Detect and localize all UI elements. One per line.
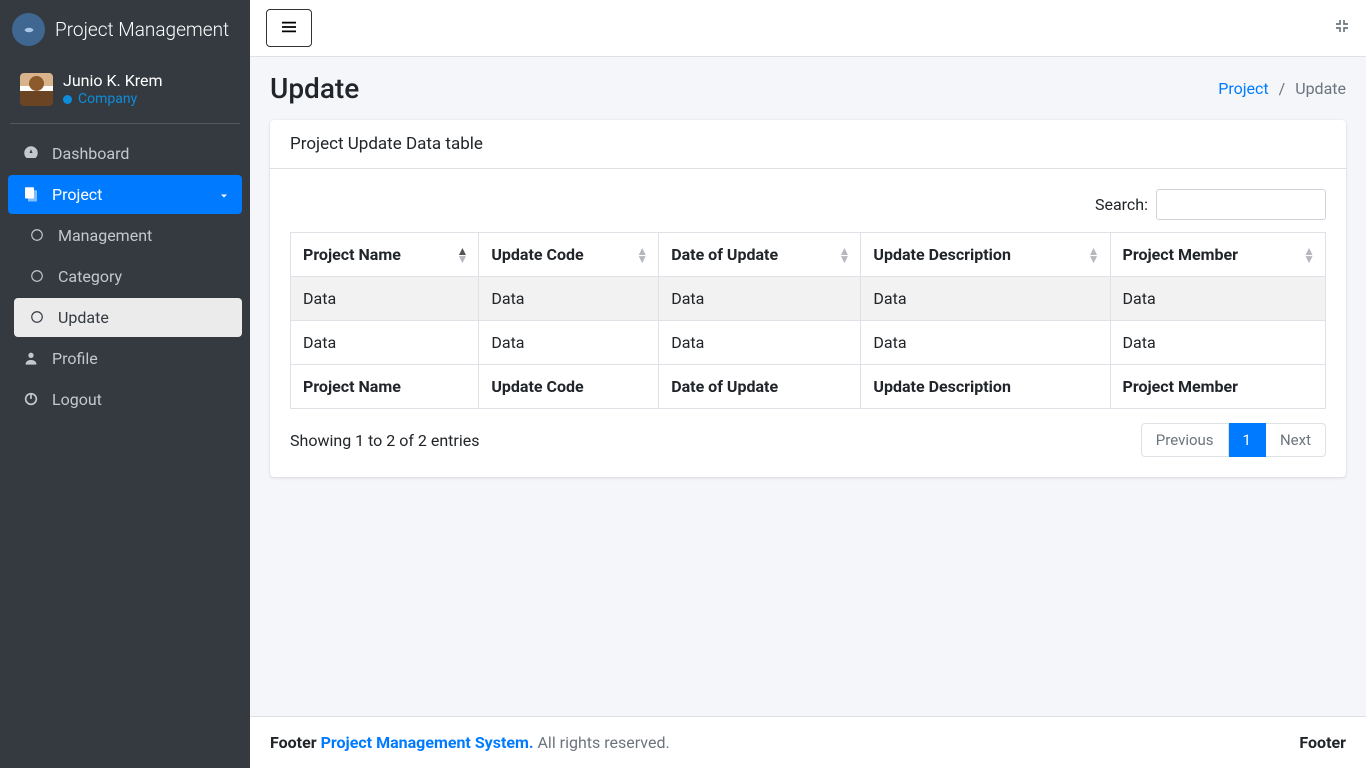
table-info: Showing 1 to 2 of 2 entries [290, 431, 479, 450]
footer-left: Footer Project Management System. All ri… [270, 733, 670, 752]
sidebar: Project Management Junio K. Krem Company… [0, 0, 250, 768]
sort-icon: ▲▼ [839, 247, 851, 263]
search-input[interactable] [1156, 189, 1326, 220]
footer: Footer Project Management System. All ri… [250, 716, 1366, 768]
table-header-label: Update Code [491, 245, 583, 264]
sort-icon: ▲▼ [1303, 247, 1315, 263]
table-cell: Data [479, 321, 659, 365]
table-footer-row: Project NameUpdate CodeDate of UpdateUpd… [291, 365, 1326, 409]
sort-icon: ▲▼ [636, 247, 648, 263]
data-table: Project Name▲▼Update Code▲▼Date of Updat… [290, 232, 1326, 409]
topbar [250, 0, 1366, 57]
table-header-row: Project Name▲▼Update Code▲▼Date of Updat… [291, 233, 1326, 277]
breadcrumb-current: Update [1295, 79, 1346, 98]
table-footer: Showing 1 to 2 of 2 entries Previous 1 N… [290, 423, 1326, 457]
user-role-label: Company [78, 91, 137, 109]
table-header-cell[interactable]: Date of Update ▲▼ [659, 233, 861, 277]
pagination-next[interactable]: Next [1266, 423, 1326, 457]
table-footer-cell: Project Member [1110, 365, 1325, 409]
brand-logo-icon [12, 13, 45, 46]
sort-icon: ▲▼ [1088, 247, 1100, 263]
table-header-label: Date of Update [671, 245, 778, 264]
table-cell: Data [479, 277, 659, 321]
user-role[interactable]: Company [63, 91, 163, 109]
brand[interactable]: Project Management [0, 0, 250, 59]
pagination-previous[interactable]: Previous [1141, 423, 1229, 457]
sidebar-item-label: Management [58, 226, 152, 245]
breadcrumb-link-project[interactable]: Project [1218, 79, 1268, 98]
main-column: Update Project / Update Project Update D… [250, 0, 1366, 768]
table-cell: Data [861, 321, 1110, 365]
sidebar-item-label: Project [52, 185, 102, 204]
user-name: Junio K. Krem [63, 71, 163, 91]
card: Project Update Data table Search: Projec… [270, 120, 1346, 477]
pagination: Previous 1 Next [1141, 423, 1326, 457]
table-footer-cell: Update Code [479, 365, 659, 409]
pagination-page-1[interactable]: 1 [1229, 423, 1266, 457]
sidebar-item-label: Category [58, 267, 122, 286]
sidebar-nav: Dashboard Project [0, 124, 250, 431]
user-icon [20, 350, 42, 366]
table-cell: Data [1110, 277, 1325, 321]
sidebar-item-category[interactable]: Category [14, 257, 242, 296]
sidebar-item-label: Dashboard [52, 144, 129, 163]
fullscreen-collapse-button[interactable] [1334, 18, 1350, 38]
chevron-down-icon [218, 187, 230, 206]
footer-right: Footer [1299, 733, 1346, 752]
footer-rights: All rights reserved. [537, 733, 669, 752]
table-header-label: Update Description [873, 245, 1010, 264]
circle-icon [26, 228, 48, 242]
brand-title: Project Management [55, 18, 229, 41]
table-header-cell[interactable]: Project Name ▲▼ [291, 233, 479, 277]
sort-icon: ▲▼ [456, 247, 468, 263]
sidebar-item-label: Update [58, 308, 109, 327]
table-cell: Data [1110, 321, 1325, 365]
content-header: Update Project / Update [250, 57, 1366, 120]
sidebar-item-label: Profile [52, 349, 98, 368]
table-footer-cell: Project Name [291, 365, 479, 409]
table-row: DataDataDataDataData [291, 321, 1326, 365]
search-label: Search: [1095, 195, 1148, 214]
sidebar-item-update[interactable]: Update [14, 298, 242, 337]
menu-toggle-button[interactable] [266, 9, 312, 47]
power-icon [20, 391, 42, 407]
footer-link[interactable]: Project Management System. [321, 733, 534, 752]
table-footer-cell: Update Description [861, 365, 1110, 409]
table-header-cell[interactable]: Update Code ▲▼ [479, 233, 659, 277]
content: Project Update Data table Search: Projec… [250, 120, 1366, 716]
circle-icon [26, 269, 48, 283]
table-header-label: Project Name [303, 245, 401, 264]
table-row: DataDataDataDataData [291, 277, 1326, 321]
sidebar-item-dashboard[interactable]: Dashboard [8, 134, 242, 173]
sidebar-item-management[interactable]: Management [14, 216, 242, 255]
table-cell: Data [291, 321, 479, 365]
compress-icon [1334, 18, 1350, 38]
avatar [20, 73, 53, 106]
table-header-cell[interactable]: Project Member ▲▼ [1110, 233, 1325, 277]
copy-icon [20, 185, 42, 203]
table-header-label: Project Member [1123, 245, 1239, 264]
table-footer-cell: Date of Update [659, 365, 861, 409]
table-cell: Data [659, 321, 861, 365]
breadcrumb-separator: / [1279, 79, 1286, 98]
bars-icon [281, 20, 297, 37]
table-header-cell[interactable]: Update Description ▲▼ [861, 233, 1110, 277]
sidebar-item-profile[interactable]: Profile [8, 339, 242, 378]
sidebar-item-project[interactable]: Project [8, 175, 242, 214]
table-cell: Data [291, 277, 479, 321]
footer-prefix: Footer [270, 733, 321, 752]
breadcrumb: Project / Update [1218, 79, 1346, 98]
sidebar-item-logout[interactable]: Logout [8, 380, 242, 419]
circle-icon [26, 310, 48, 324]
search-row: Search: [290, 189, 1326, 220]
table-cell: Data [659, 277, 861, 321]
card-title: Project Update Data table [270, 120, 1346, 169]
tachometer-icon [20, 144, 42, 162]
status-dot-icon [63, 95, 72, 104]
table-cell: Data [861, 277, 1110, 321]
sidebar-item-label: Logout [52, 390, 102, 409]
user-panel: Junio K. Krem Company [10, 59, 240, 124]
page-title: Update [270, 72, 359, 105]
